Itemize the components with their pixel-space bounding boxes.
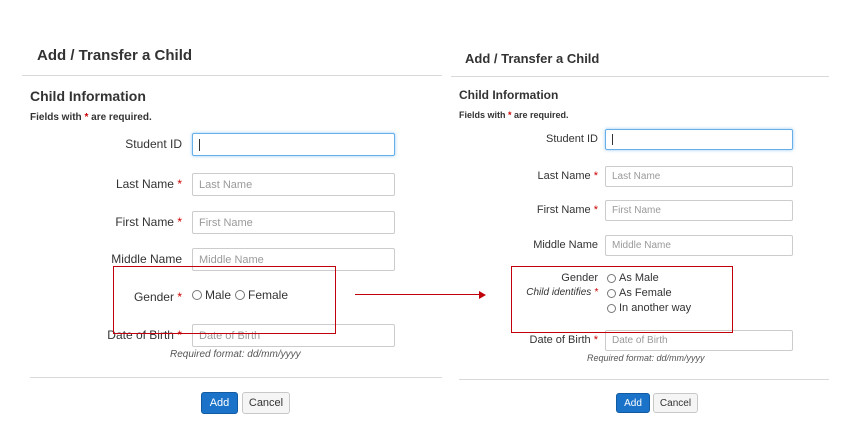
student-id-label: Student ID — [125, 137, 182, 151]
form-after: Add / Transfer a Child Child Information… — [445, 0, 861, 431]
last-name-label: Last Name * — [537, 170, 598, 182]
section-title: Child Information — [30, 88, 146, 104]
first-name-label: First Name * — [536, 204, 598, 216]
cancel-button[interactable]: Cancel — [653, 393, 698, 413]
footer-divider — [30, 377, 442, 378]
middle-name-label: Middle Name — [111, 252, 182, 266]
page-title: Add / Transfer a Child — [37, 47, 193, 64]
student-id-input[interactable] — [192, 133, 395, 156]
dob-label: Date of Birth * — [529, 334, 598, 346]
middle-name-label: Middle Name — [533, 239, 598, 251]
annotation-highlight-box — [113, 266, 336, 334]
dob-input[interactable]: Date of Birth — [605, 330, 793, 351]
add-button[interactable]: Add — [616, 393, 650, 413]
first-name-input[interactable]: First Name — [192, 211, 395, 234]
title-divider — [22, 75, 442, 76]
last-name-input[interactable]: Last Name — [192, 173, 395, 196]
first-name-label: First Name * — [115, 215, 182, 229]
student-id-input[interactable] — [605, 129, 793, 150]
section-title: Child Information — [459, 88, 559, 102]
first-name-input[interactable]: First Name — [605, 200, 793, 221]
page-title: Add / Transfer a Child — [465, 51, 600, 66]
annotation-highlight-box — [511, 266, 733, 333]
middle-name-input[interactable]: Middle Name — [605, 235, 793, 256]
form-before: Add / Transfer a Child Child Information… — [0, 0, 445, 431]
cancel-button[interactable]: Cancel — [242, 392, 290, 414]
student-id-label: Student ID — [546, 133, 598, 145]
required-note: Fields with * are required. — [30, 112, 152, 123]
add-button[interactable]: Add — [201, 392, 238, 414]
title-divider — [451, 76, 829, 77]
footer-divider — [459, 379, 829, 380]
dob-format-hint: Required format: dd/mm/yyyy — [170, 349, 301, 360]
last-name-input[interactable]: Last Name — [605, 166, 793, 187]
required-note: Fields with * are required. — [459, 110, 569, 120]
dob-format-hint: Required format: dd/mm/yyyy — [587, 353, 705, 363]
last-name-label: Last Name * — [115, 177, 182, 191]
text-cursor — [199, 138, 200, 151]
text-cursor — [612, 134, 613, 145]
